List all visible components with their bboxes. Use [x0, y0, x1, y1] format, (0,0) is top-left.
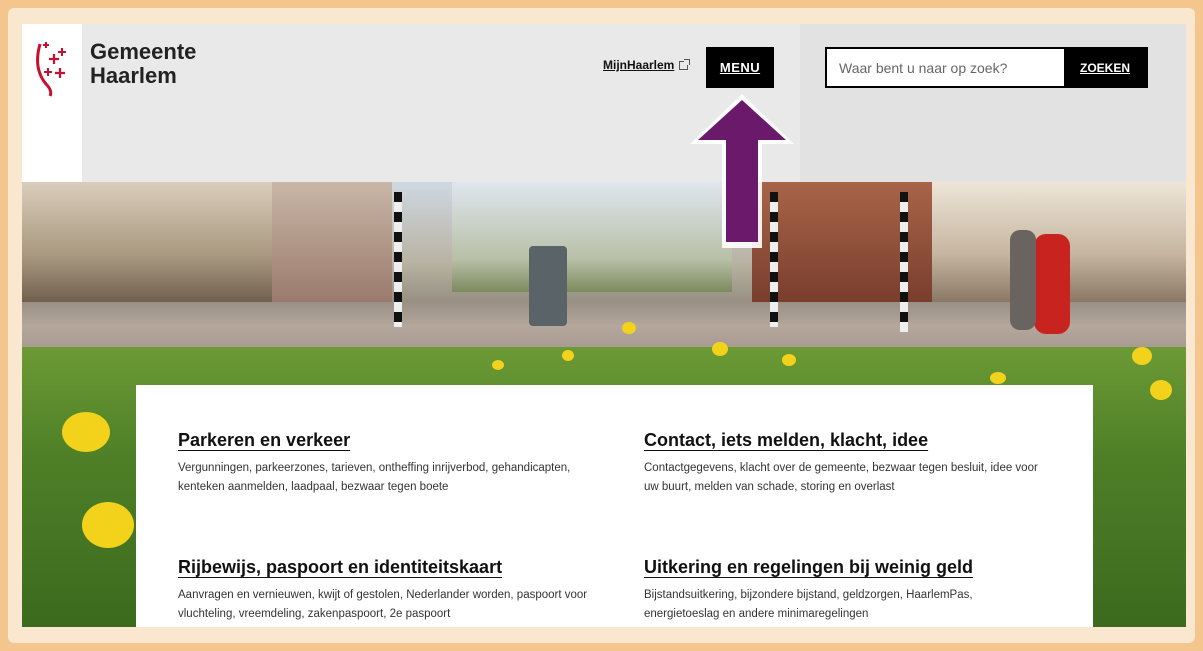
daffodil	[1132, 347, 1152, 365]
haarlem-coat-of-arms-icon	[36, 42, 66, 97]
daffodil	[990, 372, 1006, 384]
topic-item: Parkeren en verkeer Vergunningen, parkee…	[178, 430, 578, 497]
building-left-2	[272, 182, 392, 302]
street-pole	[394, 192, 402, 327]
search-form: ZOEKEN	[825, 47, 1148, 88]
building-left	[22, 182, 272, 307]
topic-title-link[interactable]: Uitkering en regelingen bij weinig geld	[644, 557, 973, 578]
logo-line-2: Haarlem	[90, 63, 177, 88]
daffodil	[562, 350, 574, 361]
topic-item: Contact, iets melden, klacht, idee Conta…	[644, 430, 1044, 497]
menu-button[interactable]: MENU	[706, 47, 774, 88]
topic-description: Bijstandsuitkering, bijzondere bijstand,…	[644, 589, 973, 620]
up-arrow-annotation-icon	[690, 94, 794, 248]
topic-title-link[interactable]: Parkeren en verkeer	[178, 430, 350, 451]
search-button[interactable]: ZOEKEN	[1064, 49, 1146, 86]
logo-box[interactable]	[22, 24, 82, 182]
search-input[interactable]	[827, 49, 1064, 86]
topic-item: Uitkering en regelingen bij weinig geld …	[644, 557, 1044, 624]
site-header: Gemeente Haarlem MijnHaarlem MENU ZOEKEN	[22, 24, 1186, 182]
topic-item: Rijbewijs, paspoort en identiteitskaart …	[178, 557, 588, 624]
pedestrian-grey-coat	[1010, 230, 1036, 330]
pedestrian-red-coat	[1034, 234, 1070, 334]
topic-description: Contactgegevens, klacht over de gemeente…	[644, 462, 1038, 493]
topic-description: Vergunningen, parkeerzones, tarieven, on…	[178, 462, 571, 493]
external-link-icon	[679, 58, 691, 70]
daffodil	[62, 412, 110, 452]
daffodil	[1150, 380, 1172, 400]
topics-card: Parkeren en verkeer Vergunningen, parkee…	[136, 385, 1093, 627]
site-logo-text[interactable]: Gemeente Haarlem	[90, 40, 196, 88]
logo-line-1: Gemeente	[90, 39, 197, 64]
daffodil	[622, 322, 636, 334]
daffodil	[782, 354, 796, 366]
topic-title-link[interactable]: Contact, iets melden, klacht, idee	[644, 430, 928, 451]
website-viewport: Gemeente Haarlem MijnHaarlem MENU ZOEKEN	[22, 24, 1186, 627]
daffodil	[712, 342, 728, 356]
street-pole	[900, 192, 908, 332]
daffodil	[82, 502, 134, 548]
mijnhaarlem-link[interactable]: MijnHaarlem	[603, 58, 691, 72]
topic-description: Aanvragen en vernieuwen, kwijt of gestol…	[178, 589, 588, 620]
daffodil	[492, 360, 504, 370]
mijnhaarlem-label: MijnHaarlem	[603, 58, 675, 72]
topic-title-link[interactable]: Rijbewijs, paspoort en identiteitskaart	[178, 557, 502, 578]
trash-bin	[529, 246, 567, 326]
